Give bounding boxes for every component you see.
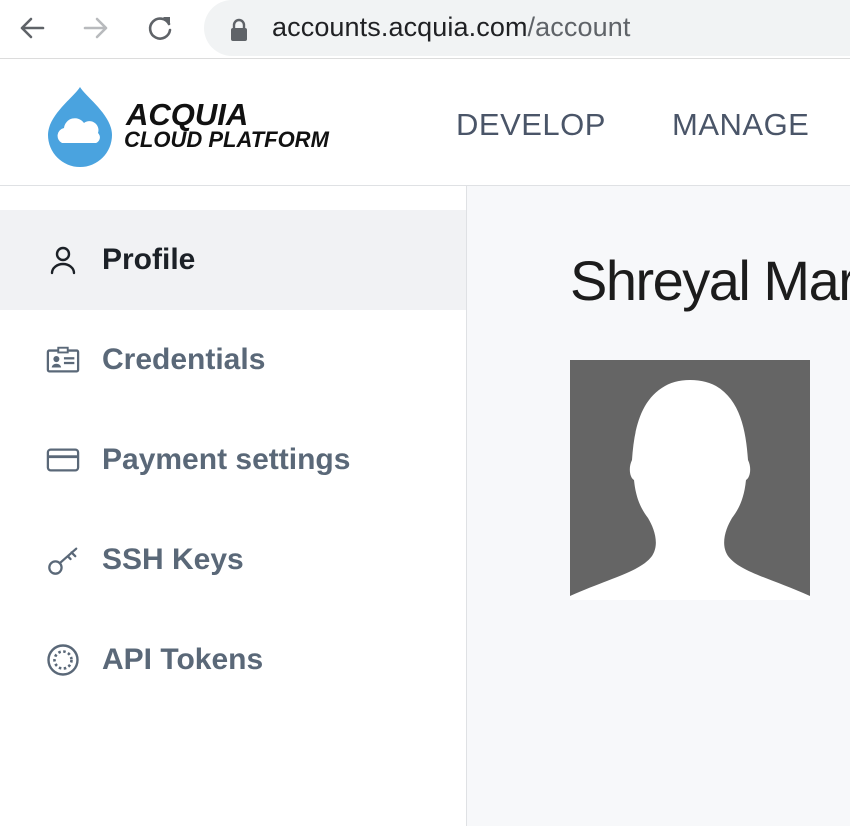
url-text: accounts.acquia.com/account [272,12,630,43]
token-icon [46,643,80,677]
sidebar-item-label: Credentials [102,343,266,376]
reload-icon [148,17,172,40]
nav-manage[interactable]: MANAGE [672,107,809,143]
arrow-right-icon [83,17,108,39]
key-icon [46,543,80,577]
url-host: accounts.acquia.com [272,12,528,42]
sidebar-item-label: SSH Keys [102,543,244,576]
nav-develop[interactable]: DEVELOP [456,107,606,143]
sidebar-item-profile[interactable]: Profile [0,210,466,310]
account-sidebar: Profile Credentials Payment settings SSH… [0,186,467,826]
url-path: /account [527,12,631,42]
sidebar-item-label: Payment settings [102,443,351,476]
reload-button[interactable] [138,8,182,48]
address-bar[interactable]: accounts.acquia.com/account [204,0,850,56]
sidebar-item-label: Profile [102,243,196,276]
profile-name: Shreyal Mar [570,249,850,312]
sidebar-item-label: API Tokens [102,643,264,676]
sidebar-item-api-tokens[interactable]: API Tokens [0,610,466,710]
app-header: ACQUIA CLOUD PLATFORM DEVELOP MANAGE [0,65,850,186]
main-content: Shreyal Mar [467,186,850,826]
avatar[interactable] [570,360,810,600]
back-button[interactable] [10,8,54,48]
user-icon [46,243,80,277]
lock-icon [231,18,247,41]
arrow-left-icon [20,17,45,39]
brand-line-2: CLOUD PLATFORM [124,127,329,152]
user-silhouette-icon [570,380,810,600]
forward-button[interactable] [74,8,118,48]
sidebar-item-ssh-keys[interactable]: SSH Keys [0,510,466,610]
sidebar-item-payment-settings[interactable]: Payment settings [0,410,466,510]
cloud-drop-icon [48,87,112,167]
acquia-logo[interactable]: ACQUIA CLOUD PLATFORM [44,85,364,169]
credit-card-icon [46,443,80,477]
browser-toolbar: accounts.acquia.com/account [0,0,850,59]
brand-line-1: ACQUIA [126,97,249,132]
sidebar-item-credentials[interactable]: Credentials [0,310,466,410]
id-card-icon [46,343,80,377]
